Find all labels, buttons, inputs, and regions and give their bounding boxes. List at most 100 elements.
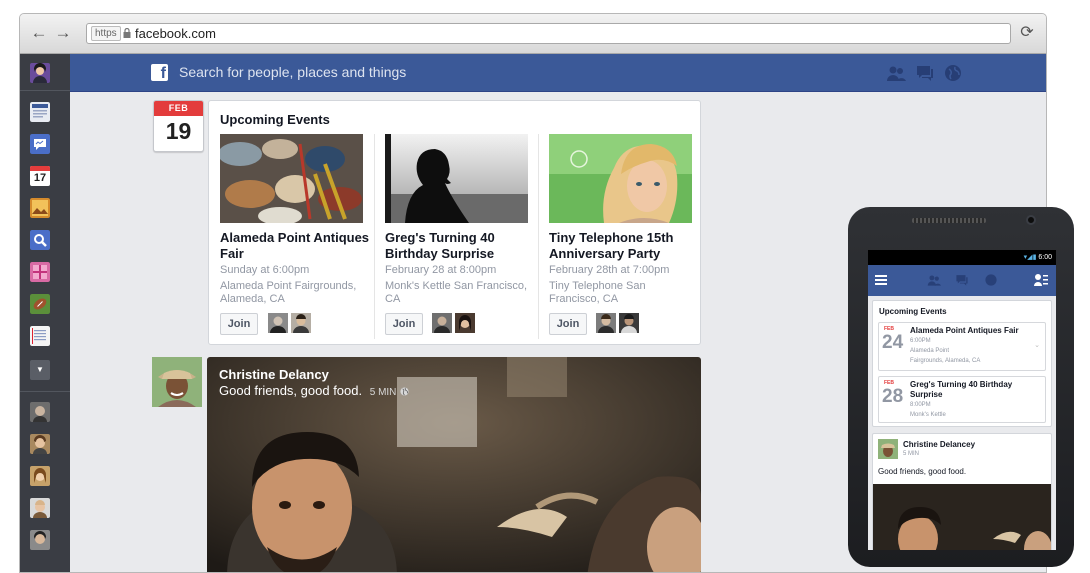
post-message: Good friends, good food. 5 MIN: [219, 383, 409, 398]
phone-status-bar: ▾◢▮ 6:00: [868, 250, 1056, 265]
event-photo-silhouette[interactable]: [385, 134, 528, 223]
friend-requests-icon[interactable]: [927, 273, 941, 287]
mobile-event-time: 6:00PM: [910, 338, 931, 344]
search-input[interactable]: Search for people, places and things: [179, 64, 406, 81]
mobile-event-place-line2: Fairgrounds, Alameda, CA: [910, 358, 981, 364]
event-place: Monk's Kettle San Francisco, CA: [385, 280, 528, 305]
upcoming-events-card: Upcoming Events Alameda Point Antiques F…: [208, 100, 701, 345]
event-name[interactable]: Greg's Turning 40 Birthday Surprise: [385, 230, 535, 262]
phone-speaker-grille: [912, 218, 986, 223]
event-photo-portrait[interactable]: [549, 134, 692, 223]
arrow-right-icon[interactable]: →: [54, 24, 72, 42]
join-button[interactable]: Join: [385, 313, 423, 335]
calendar-day: 19: [165, 118, 192, 144]
friend-avatar-3[interactable]: [30, 466, 50, 486]
event-divider: [538, 134, 539, 339]
mobile-events-title: Upcoming Events: [879, 307, 947, 316]
friend-avatar-1[interactable]: [30, 402, 50, 422]
news-feed-icon[interactable]: [30, 102, 50, 122]
sports-football-icon[interactable]: [30, 294, 50, 314]
mobile-event-day: 28: [882, 386, 904, 407]
mobile-event-time: 8:00PM: [910, 402, 931, 408]
event-time: February 28th at 7:00pm: [549, 264, 670, 276]
calendar-month: FEB: [154, 101, 203, 116]
messages-jewel-icon[interactable]: [955, 273, 969, 287]
url-scheme-badge: https: [91, 26, 121, 41]
messages-icon[interactable]: [30, 134, 50, 154]
mobile-bluebar: [868, 265, 1056, 296]
mobile-event-place: Alameda Point: [910, 348, 950, 354]
mobile-event-name: Alameda Point Antiques Fair: [910, 326, 1019, 335]
left-sidebar: 17 ▼: [20, 54, 70, 572]
menu-icon[interactable]: [875, 274, 887, 286]
post-timestamp[interactable]: 5 MIN: [370, 387, 397, 398]
event-time: Sunday at 6:00pm: [220, 264, 310, 276]
mobile-event-day: 24: [882, 332, 904, 353]
join-button[interactable]: Join: [220, 313, 258, 335]
mobile-post-text: Good friends, good food.: [878, 467, 967, 476]
lock-icon: [123, 28, 131, 38]
friend-avatar-2[interactable]: [30, 434, 50, 454]
friend-requests-icon[interactable]: [886, 63, 906, 83]
globe-privacy-icon[interactable]: [400, 387, 409, 396]
browser-toolbar: ← → https facebook.com ⟳: [20, 14, 1046, 54]
notes-icon[interactable]: [30, 326, 50, 346]
event-place: Tiny Telephone San Francisco, CA: [549, 280, 646, 305]
post-text: Good friends, good food.: [219, 383, 363, 398]
gifts-icon[interactable]: [30, 262, 50, 282]
attendee-avatar[interactable]: [291, 313, 311, 333]
attendee-avatar[interactable]: [268, 313, 288, 333]
event-time: February 28 at 8:00pm: [385, 264, 497, 276]
notifications-globe-icon[interactable]: [943, 63, 963, 83]
events-calendar-label: 17: [33, 172, 47, 184]
event-divider: [374, 134, 375, 339]
top-bluebar: f Search for people, places and things: [70, 54, 1046, 92]
events-date-badge: FEB 19: [153, 100, 204, 152]
mobile-post-card: Christine Delancey 5 MIN Good friends, g…: [872, 433, 1052, 550]
mobile-post-photo[interactable]: [873, 484, 1052, 550]
arrow-left-icon[interactable]: ←: [30, 24, 48, 42]
mobile-event-name: Greg's Turning 40 Birthday Surprise: [910, 380, 1013, 399]
search-icon[interactable]: [30, 230, 50, 250]
attendee-avatar[interactable]: [432, 313, 452, 333]
mobile-events-card: Upcoming Events FEB 24 Alameda Point Ant…: [872, 300, 1052, 427]
attendee-avatar[interactable]: [455, 313, 475, 333]
event-photo-antiques[interactable]: [220, 134, 363, 223]
facebook-logo-icon[interactable]: f: [151, 64, 168, 81]
wifi-signal-icon: ▾◢▮: [1023, 254, 1037, 261]
event-item-birthday: Greg's Turning 40 Birthday Surprise Febr…: [385, 134, 531, 339]
address-bar[interactable]: https facebook.com: [86, 23, 1011, 44]
events-card-title: Upcoming Events: [220, 112, 330, 127]
attendee-avatar[interactable]: [596, 313, 616, 333]
friend-avatar-5[interactable]: [30, 530, 50, 550]
url-text: facebook.com: [135, 26, 216, 41]
event-place: Alameda Point Fairgrounds, Alameda, CA: [220, 280, 357, 305]
friend-avatar-4[interactable]: [30, 498, 50, 518]
more-chevron-icon[interactable]: ▼: [30, 360, 50, 380]
post-photo[interactable]: Christine Delancy Good friends, good foo…: [207, 357, 701, 572]
attendee-avatar[interactable]: [619, 313, 639, 333]
phone-camera-icon: [1026, 215, 1036, 225]
event-item-alameda: Alameda Point Antiques Fair Sunday at 6:…: [220, 134, 369, 339]
chevron-down-icon[interactable]: ⌄: [1034, 341, 1040, 349]
mobile-post-time[interactable]: 5 MIN: [903, 451, 919, 457]
user-avatar-icon[interactable]: [30, 63, 50, 83]
friends-list-icon[interactable]: [1034, 273, 1048, 287]
mobile-post-avatar[interactable]: [878, 439, 898, 459]
reload-icon[interactable]: ⟳: [1018, 24, 1036, 42]
notifications-globe-icon[interactable]: [984, 273, 998, 287]
post-author-avatar[interactable]: [152, 357, 202, 407]
status-time: 6:00: [1038, 254, 1052, 261]
event-name[interactable]: Tiny Telephone 15th Anniversary Party: [549, 230, 699, 262]
event-item-tiny-telephone: Tiny Telephone 15th Anniversary Party Fe…: [549, 134, 695, 339]
post-author-name[interactable]: Christine Delancy: [219, 367, 329, 382]
mobile-event-item[interactable]: FEB 28 Greg's Turning 40 Birthday Surpri…: [878, 376, 1046, 423]
mobile-post-author[interactable]: Christine Delancey: [903, 440, 975, 449]
messages-jewel-icon[interactable]: [915, 63, 935, 83]
event-name[interactable]: Alameda Point Antiques Fair: [220, 230, 370, 262]
join-button[interactable]: Join: [549, 313, 587, 335]
events-calendar-icon[interactable]: 17: [30, 166, 50, 186]
mobile-event-item[interactable]: FEB 24 Alameda Point Antiques Fair 6:00P…: [878, 322, 1046, 371]
mobile-event-place: Monk's Kettle: [910, 412, 946, 418]
photos-icon[interactable]: [30, 198, 50, 218]
